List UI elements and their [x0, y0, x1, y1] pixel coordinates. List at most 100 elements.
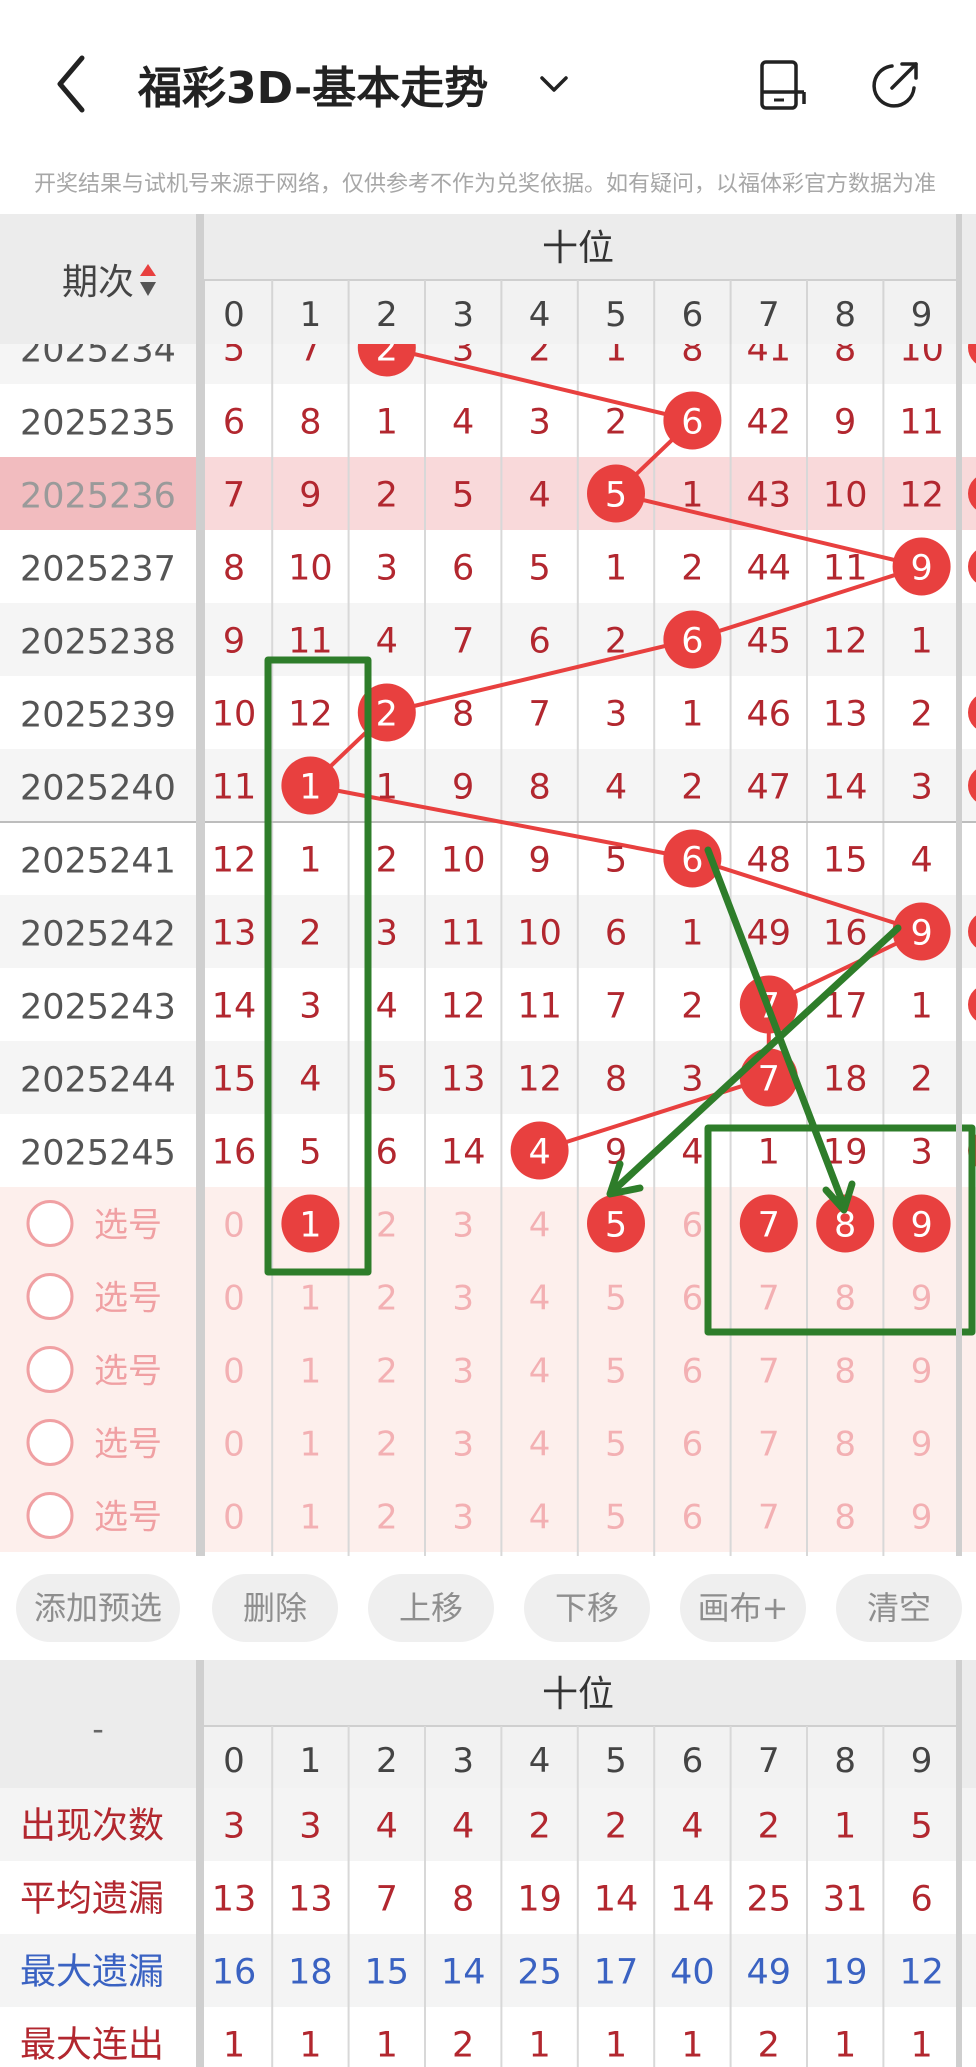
back-arrow-icon[interactable] [48, 48, 100, 120]
select-digit[interactable]: 0 [223, 1498, 245, 1538]
select-label[interactable]: 选号 [94, 1425, 162, 1465]
missing-value: 7 [528, 695, 550, 735]
select-digit[interactable]: 9 [911, 1352, 933, 1392]
move-up-button[interactable]: 上移 [368, 1574, 494, 1642]
select-digit[interactable]: 2 [376, 1352, 398, 1392]
select-digit[interactable]: 2 [376, 1425, 398, 1465]
select-digit[interactable]: 4 [529, 1498, 551, 1538]
delete-button[interactable]: 删除 [212, 1574, 338, 1642]
select-digit[interactable]: 3 [452, 1279, 474, 1319]
selected-ball-number[interactable]: 5 [605, 1206, 627, 1246]
selected-ball-number[interactable]: 9 [910, 1206, 932, 1246]
missing-value: 2 [910, 695, 932, 735]
selected-ball-number[interactable]: 7 [758, 1206, 780, 1246]
select-digit[interactable]: 3 [452, 1352, 474, 1392]
select-digit[interactable]: 9 [911, 1279, 933, 1319]
select-digit[interactable]: 0 [223, 1352, 245, 1392]
missing-value: 48 [747, 841, 792, 881]
chevron-down-icon[interactable] [536, 60, 572, 108]
select-digit[interactable]: 0 [223, 1279, 245, 1319]
select-digit[interactable]: 8 [834, 1425, 856, 1465]
select-radio[interactable] [26, 1346, 74, 1393]
stats-digit-header: 1 [300, 1741, 322, 1781]
stats-value: 12 [899, 1953, 944, 1993]
missing-value: 1 [376, 403, 398, 443]
share-icon[interactable] [870, 58, 922, 110]
select-label[interactable]: 选号 [94, 1498, 162, 1538]
select-digit[interactable]: 9 [911, 1425, 933, 1465]
select-digit[interactable]: 7 [758, 1352, 780, 1392]
select-digit[interactable]: 5 [605, 1425, 627, 1465]
move-down-button[interactable]: 下移 [524, 1574, 650, 1642]
stats-value: 2 [528, 1807, 550, 1847]
select-digit[interactable]: 7 [758, 1498, 780, 1538]
missing-value: 14 [441, 1133, 486, 1173]
missing-value: 12 [517, 1060, 562, 1100]
missing-value: 12 [441, 987, 486, 1027]
select-digit[interactable]: 0 [223, 1206, 245, 1246]
select-digit[interactable]: 6 [682, 1279, 704, 1319]
select-radio[interactable] [26, 1273, 74, 1320]
select-digit[interactable]: 4 [529, 1352, 551, 1392]
phone-mode-icon[interactable] [758, 58, 808, 112]
select-digit[interactable]: 1 [300, 1498, 322, 1538]
canvas-plus-button[interactable]: 画布+ [680, 1574, 806, 1642]
select-label[interactable]: 选号 [94, 1352, 162, 1392]
page-title[interactable]: 福彩3D-基本走势 [138, 52, 488, 116]
missing-value: 5 [605, 841, 627, 881]
select-digit[interactable]: 5 [605, 1498, 627, 1538]
digit-header-6: 6 [682, 295, 704, 335]
select-digit[interactable]: 4 [529, 1206, 551, 1246]
stats-row-label: 平均遗漏 [20, 1879, 164, 1920]
select-digit[interactable]: 0 [223, 1425, 245, 1465]
clear-button[interactable]: 清空 [836, 1574, 962, 1642]
select-digit[interactable]: 2 [376, 1206, 398, 1246]
missing-value: 2 [910, 1060, 932, 1100]
select-digit[interactable]: 6 [682, 1206, 704, 1246]
select-label[interactable]: 选号 [94, 1279, 162, 1319]
select-digit[interactable]: 2 [376, 1279, 398, 1319]
select-digit[interactable]: 4 [529, 1279, 551, 1319]
select-digit[interactable]: 1 [300, 1425, 322, 1465]
stats-digit-header: 2 [376, 1741, 398, 1781]
missing-value: 4 [376, 987, 398, 1027]
select-digit[interactable]: 4 [529, 1425, 551, 1465]
select-digit[interactable]: 1 [300, 1352, 322, 1392]
stats-digit-header: 6 [682, 1741, 704, 1781]
select-label[interactable]: 选号 [94, 1206, 162, 1246]
select-digit[interactable]: 7 [758, 1425, 780, 1465]
select-digit[interactable]: 6 [682, 1425, 704, 1465]
issue-number: 2025237 [20, 550, 176, 590]
issue-number: 2025240 [20, 769, 176, 809]
select-digit[interactable]: 6 [682, 1498, 704, 1538]
missing-value: 2 [376, 476, 398, 516]
select-digit[interactable]: 3 [452, 1425, 474, 1465]
missing-value: 16 [212, 1133, 257, 1173]
missing-value: 6 [223, 403, 245, 443]
add-preselect-button[interactable]: 添加预选 [16, 1574, 180, 1642]
hit-ball-number: 6 [681, 841, 703, 881]
select-digit[interactable]: 5 [605, 1352, 627, 1392]
issue-number: 2025244 [20, 1061, 176, 1101]
missing-value: 2 [681, 987, 703, 1027]
selected-ball-number[interactable]: 1 [299, 1206, 321, 1246]
select-digit[interactable]: 1 [300, 1279, 322, 1319]
stats-value: 1 [528, 2026, 550, 2066]
select-digit[interactable]: 3 [452, 1206, 474, 1246]
select-radio[interactable] [26, 1419, 74, 1466]
select-digit[interactable]: 6 [682, 1352, 704, 1392]
select-digit[interactable]: 7 [758, 1279, 780, 1319]
header-bar: 福彩3D-基本走势 [0, 0, 976, 160]
select-digit[interactable]: 2 [376, 1498, 398, 1538]
digit-header-8: 8 [834, 295, 856, 335]
select-digit[interactable]: 3 [452, 1498, 474, 1538]
select-digit[interactable]: 8 [834, 1279, 856, 1319]
select-radio[interactable] [26, 1200, 74, 1247]
select-radio[interactable] [26, 1492, 74, 1539]
select-digit[interactable]: 8 [834, 1498, 856, 1538]
missing-value: 6 [528, 622, 550, 662]
select-digit[interactable]: 9 [911, 1498, 933, 1538]
stats-value: 6 [910, 1880, 932, 1920]
select-digit[interactable]: 8 [834, 1352, 856, 1392]
select-digit[interactable]: 5 [605, 1279, 627, 1319]
